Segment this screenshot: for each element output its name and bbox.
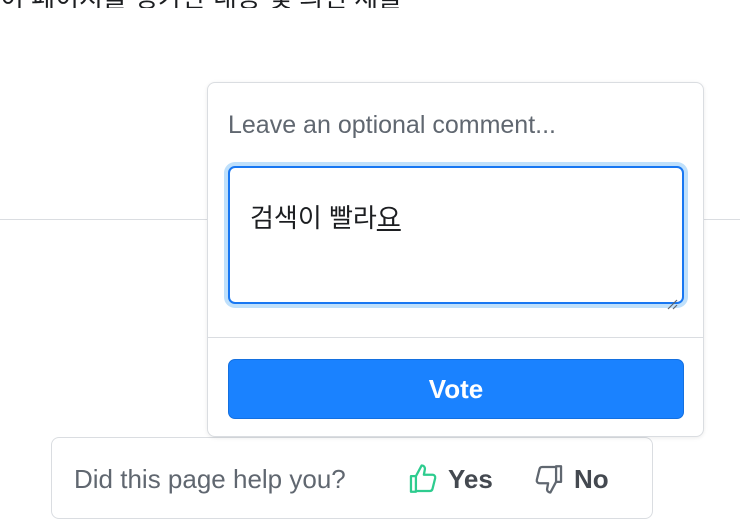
page: 이 페이지를 평가한 내용 및 의견 제출 Did this page help…: [0, 0, 740, 526]
thumbs-down-icon: [532, 462, 566, 496]
comment-textarea[interactable]: 검색이 빨라요: [228, 166, 684, 310]
comment-value-composing: 요: [376, 203, 401, 233]
vote-button[interactable]: Vote: [228, 359, 684, 419]
thumbs-up-icon: [406, 462, 440, 496]
yes-button[interactable]: Yes: [406, 460, 493, 498]
feedback-question: Did this page help you?: [74, 464, 346, 494]
page-text-fragment: 이 페이지를 평가한 내용 및 의견 제출: [0, 0, 560, 8]
comment-prompt: Leave an optional comment...: [228, 111, 556, 139]
no-label: No: [574, 463, 609, 494]
resize-handle-icon[interactable]: [666, 286, 678, 310]
yes-label: Yes: [448, 463, 493, 494]
comment-value: 검색이 빨라요: [250, 203, 401, 233]
comment-value-committed: 검색이 빨라: [250, 203, 377, 233]
comment-popover: Leave an optional comment... 검색이 빨라요 Vot…: [207, 82, 704, 437]
popover-divider: [208, 337, 703, 338]
feedback-bar: Did this page help you? Yes No: [51, 437, 653, 519]
no-button[interactable]: No: [532, 460, 609, 498]
